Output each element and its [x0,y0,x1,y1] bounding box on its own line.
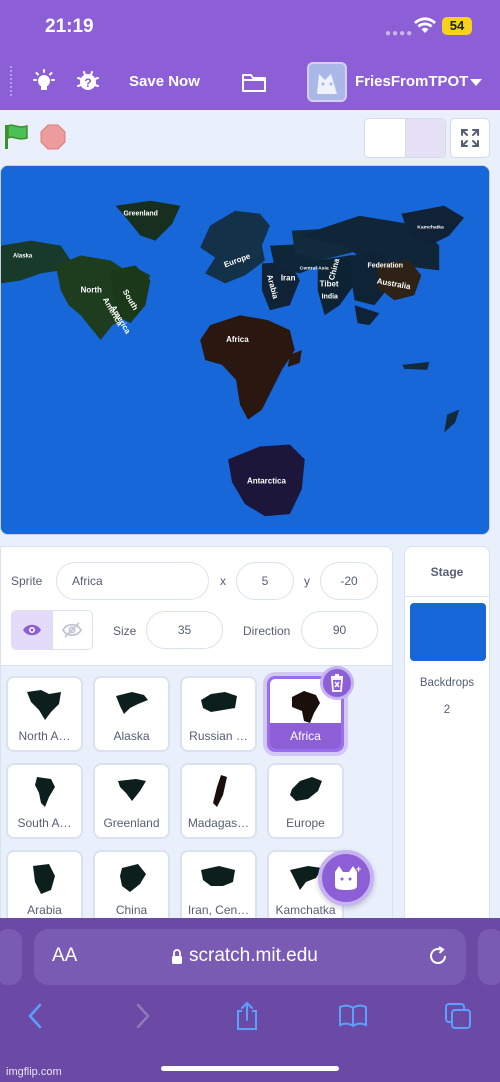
signal-dots-icon: ●●●● [385,28,414,39]
map-label: Kamchatka [417,225,444,231]
wifi-icon [414,16,436,39]
stage-panel: Stage Backdrops 2 [404,546,490,921]
lightbulb-icon[interactable] [30,68,58,96]
sprite-tile[interactable]: Russian … [180,676,257,752]
map-label: North [81,285,102,294]
backdrops-count: 2 [443,704,451,716]
stage-size-toggle[interactable] [364,118,446,158]
sprite-tile[interactable]: China [93,850,170,926]
home-indicator [161,1066,339,1071]
bookmarks-icon[interactable] [337,1000,369,1032]
map-label: Iran [281,273,296,282]
sprite-tile-label: Alaska [113,729,150,743]
map-label: Central Asia [300,265,329,271]
sprite-tile[interactable]: North A… [6,676,83,752]
x-field[interactable]: 5 [236,562,294,600]
fullscreen-button[interactable] [450,118,490,158]
size-field[interactable]: 35 [146,611,223,649]
green-flag-icon[interactable] [3,123,29,156]
save-now-button[interactable]: Save Now [129,73,200,90]
visibility-toggle [11,610,93,650]
sprite-tile-label: North A… [18,729,71,743]
sprite-tile-label: Madagas… [187,816,250,830]
sprite-tile-label: Iran, Cen… [187,903,250,917]
address-bar[interactable]: AA scratch.mit.edu [34,929,466,985]
direction-field[interactable]: 90 [301,611,378,649]
reload-icon[interactable] [427,945,449,972]
aa-label: AA [52,945,78,966]
status-time: 21:19 [45,16,94,37]
sprite-name-field[interactable]: Africa [56,562,209,600]
menu-divider [10,66,12,96]
map-label: Antarctica [247,476,286,485]
map-label: Tibet [320,279,339,288]
delete-sprite-button[interactable] [320,666,354,700]
add-sprite-button[interactable]: + [318,850,374,906]
stop-icon[interactable] [40,124,66,150]
sprite-tile[interactable]: Iran, Cen… [180,850,257,926]
show-button[interactable] [12,611,52,649]
direction-label: Direction [243,624,291,638]
share-icon[interactable] [231,1000,263,1032]
battery-indicator: 54 [442,17,472,35]
stage-canvas[interactable]: Greenland Alaska North America South Ame… [0,165,490,535]
sprite-tile[interactable]: Europe [267,763,344,839]
map-label: Africa [226,335,249,344]
sprite-tile-label: Arabia [27,903,62,917]
chevron-down-icon[interactable] [470,79,482,86]
sprite-tile[interactable]: Alaska [93,676,170,752]
map-label: Federation [367,262,403,269]
debug-icon[interactable]: ? [74,68,102,96]
normal-stage-button[interactable] [404,119,445,157]
avatar[interactable] [307,62,347,102]
x-label: x [220,574,226,588]
stage-panel-title: Stage [405,547,489,597]
back-icon[interactable] [19,1000,51,1032]
trash-icon [331,674,343,692]
username[interactable]: FriesFromTPOT [355,73,468,90]
sprite-tile[interactable]: Greenland [93,763,170,839]
y-label: y [304,574,310,588]
small-stage-button[interactable] [365,119,405,157]
map-label: Alaska [13,254,33,260]
stage-thumbnail[interactable] [410,603,486,661]
sprite-tile-label: Russian … [189,729,248,743]
sprite-tile-label: Africa [270,723,341,749]
menu-bar: 21:19 ●●●● 54 ? Save Now FriesFromTPOT [0,0,500,110]
sprite-tile[interactable]: Madagas… [180,763,257,839]
y-field[interactable]: -20 [320,562,378,600]
next-tab[interactable] [478,929,500,985]
reader-settings-button[interactable]: AA [52,945,77,967]
fullscreen-icon [461,129,479,147]
sprite-tile-label: Europe [286,816,325,830]
lock-icon [171,949,183,970]
sprite-tile[interactable]: South A… [6,763,83,839]
sprite-tile-label: China [115,903,148,917]
backdrops-label: Backdrops [419,677,475,689]
eye-icon [22,624,41,636]
map-label: Greenland [123,211,157,218]
folder-icon[interactable] [240,68,268,96]
map-label: India [322,293,338,300]
watermark: imgflip.com [6,1066,62,1078]
size-label: Size [113,624,137,638]
svg-text:?: ? [84,76,91,90]
hide-button[interactable] [51,611,92,649]
sprite-label: Sprite [11,574,43,588]
cat-plus-icon: + [335,864,361,890]
eye-slash-icon [62,622,83,638]
forward-icon[interactable] [127,1000,159,1032]
previous-tab[interactable] [0,929,22,985]
tabs-icon[interactable] [442,1000,474,1032]
sprite-tile[interactable]: Arabia [6,850,83,926]
url-text: scratch.mit.edu [189,945,318,966]
sprite-tile-label: South A… [17,816,72,830]
browser-toolbar: AA scratch.mit.edu [0,918,500,1082]
sprite-tile-label: Kamchatka [275,903,336,917]
svg-text:+: + [356,864,361,874]
sprite-tile-label: Greenland [103,816,160,830]
